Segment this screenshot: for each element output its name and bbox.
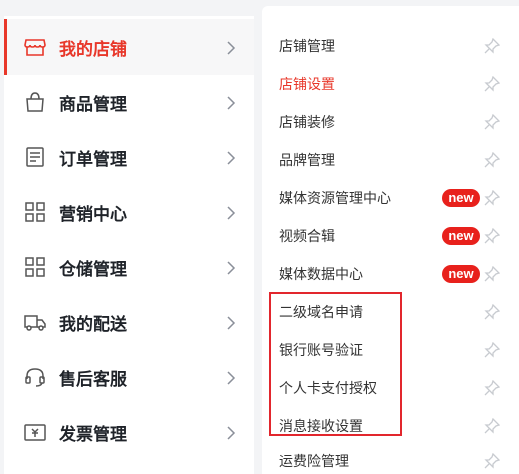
- pin-icon[interactable]: [484, 417, 501, 434]
- submenu-label: 品牌管理: [279, 153, 335, 169]
- nav-item-marketing[interactable]: 营销中心: [4, 184, 254, 240]
- submenu-label: 店铺装修: [279, 115, 335, 131]
- submenu-item-brand-management[interactable]: 品牌管理: [262, 141, 519, 179]
- submenu-label: 二级域名申请: [279, 305, 363, 321]
- chevron-right-icon: [224, 40, 238, 55]
- submenu-label: 个人卡支付授权: [279, 381, 377, 397]
- chevron-right-icon: [224, 370, 238, 385]
- nav-label: 订单管理: [59, 149, 127, 170]
- nav-item-products[interactable]: 商品管理: [4, 74, 254, 130]
- submenu-label: 店铺管理: [279, 39, 335, 55]
- submenu-label: 视频合辑: [279, 229, 335, 245]
- new-badge: new: [442, 189, 480, 207]
- chevron-right-icon: [224, 315, 238, 330]
- submenu-label: 媒体数据中心: [279, 267, 363, 283]
- submenu-label: 店铺设置: [279, 77, 335, 93]
- invoice-icon: [24, 422, 46, 442]
- delivery-truck-icon: [24, 312, 46, 332]
- pin-icon[interactable]: [484, 303, 501, 320]
- new-badge: new: [442, 265, 480, 283]
- nav-item-warehouse[interactable]: 仓储管理: [4, 239, 254, 295]
- submenu-label: 媒体资源管理中心: [279, 191, 391, 207]
- chevron-right-icon: [224, 95, 238, 110]
- main-nav: 我的店铺 商品管理 订单管理 营销中心 仓储管理 我的配送 售后客服 发票管理: [4, 16, 254, 474]
- nav-label: 营销中心: [59, 204, 127, 225]
- submenu-item-store-settings[interactable]: 店铺设置: [262, 65, 519, 103]
- submenu-label: 运费险管理: [279, 454, 349, 470]
- submenu-item-media-resource-center[interactable]: 媒体资源管理中心 new: [262, 179, 519, 217]
- nav-label: 商品管理: [59, 94, 127, 115]
- submenu-label: 消息接收设置: [279, 419, 363, 435]
- nav-item-my-store[interactable]: 我的店铺: [4, 19, 254, 75]
- pin-icon[interactable]: [484, 265, 501, 282]
- nav-item-after-sales[interactable]: 售后客服: [4, 349, 254, 405]
- pin-icon[interactable]: [484, 189, 501, 206]
- shopping-bag-icon: [24, 92, 46, 112]
- new-badge: new: [442, 227, 480, 245]
- nav-label: 我的配送: [59, 314, 127, 335]
- nav-label: 发票管理: [59, 424, 127, 445]
- nav-label: 售后客服: [59, 369, 127, 390]
- pin-icon[interactable]: [484, 227, 501, 244]
- nav-item-orders[interactable]: 订单管理: [4, 129, 254, 185]
- pin-icon[interactable]: [484, 37, 501, 54]
- pin-icon[interactable]: [484, 341, 501, 358]
- submenu-item-store-management[interactable]: 店铺管理: [262, 27, 519, 65]
- chevron-right-icon: [224, 425, 238, 440]
- submenu-item-store-decoration[interactable]: 店铺装修: [262, 103, 519, 141]
- nav-label: 我的店铺: [59, 39, 127, 60]
- store-icon: [24, 37, 46, 57]
- warehouse-grid-icon: [24, 257, 46, 277]
- pin-icon[interactable]: [484, 151, 501, 168]
- pin-icon[interactable]: [484, 452, 501, 469]
- headset-icon: [24, 367, 46, 387]
- document-icon: [24, 147, 46, 167]
- submenu-item-shipping-insurance[interactable]: 运费险管理: [262, 442, 519, 474]
- submenu-item-personal-card-payment-auth[interactable]: 个人卡支付授权: [262, 369, 519, 407]
- submenu-item-media-data-center[interactable]: 媒体数据中心 new: [262, 255, 519, 293]
- nav-item-delivery[interactable]: 我的配送: [4, 294, 254, 350]
- submenu-label: 银行账号验证: [279, 343, 363, 359]
- submenu-item-subdomain-application[interactable]: 二级域名申请: [262, 293, 519, 331]
- grid-icon: [24, 202, 46, 222]
- nav-item-invoice[interactable]: 发票管理: [4, 404, 254, 460]
- submenu-item-bank-account-verification[interactable]: 银行账号验证: [262, 331, 519, 369]
- pin-icon[interactable]: [484, 113, 501, 130]
- chevron-right-icon: [224, 150, 238, 165]
- pin-icon[interactable]: [484, 75, 501, 92]
- submenu-panel: 店铺管理 店铺设置 店铺装修 品牌管理 媒体资源管理中心 new 视频合辑 ne…: [262, 6, 519, 474]
- chevron-right-icon: [224, 260, 238, 275]
- chevron-right-icon: [224, 205, 238, 220]
- submenu-item-video-collection[interactable]: 视频合辑 new: [262, 217, 519, 255]
- nav-label: 仓储管理: [59, 259, 127, 280]
- pin-icon[interactable]: [484, 379, 501, 396]
- submenu-item-message-settings[interactable]: 消息接收设置: [262, 407, 519, 445]
